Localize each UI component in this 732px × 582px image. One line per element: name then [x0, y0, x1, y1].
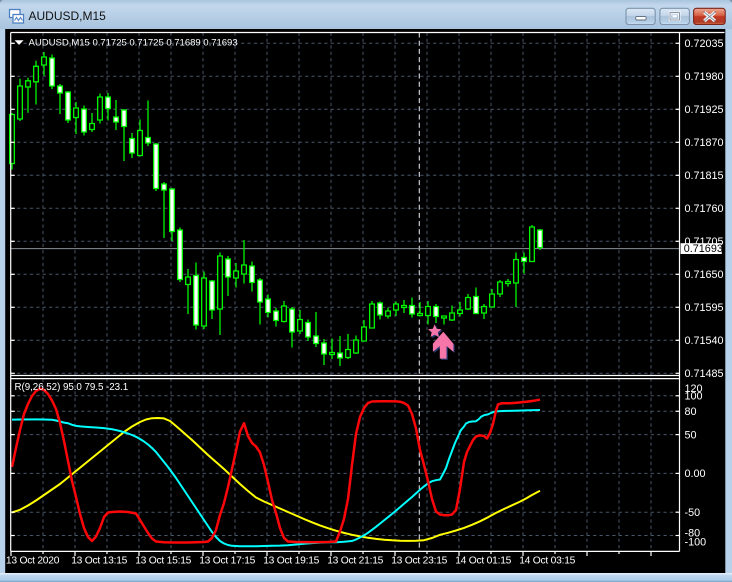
svg-text:AUDUSD,M15: AUDUSD,M15 [29, 9, 107, 23]
svg-text:0.71815: 0.71815 [685, 170, 724, 182]
svg-text:0.71760: 0.71760 [685, 203, 724, 215]
svg-text:13 Oct 21:15: 13 Oct 21:15 [327, 556, 383, 567]
svg-text:0.71925: 0.71925 [685, 104, 724, 116]
svg-text:0.71980: 0.71980 [685, 71, 724, 83]
svg-text:0.71540: 0.71540 [685, 335, 724, 347]
svg-text:-100: -100 [685, 537, 707, 549]
svg-text:0.71693: 0.71693 [684, 243, 723, 255]
svg-text:13 Oct 15:15: 13 Oct 15:15 [135, 556, 191, 567]
svg-text:13 Oct 17:15: 13 Oct 17:15 [199, 556, 255, 567]
svg-text:14 Oct 03:15: 14 Oct 03:15 [519, 556, 575, 567]
svg-text:13 Oct 13:15: 13 Oct 13:15 [71, 556, 127, 567]
svg-text:100: 100 [685, 391, 703, 403]
svg-text:0.71595: 0.71595 [685, 302, 724, 314]
svg-text:50: 50 [685, 429, 697, 441]
svg-text:0.71485: 0.71485 [685, 368, 724, 380]
svg-text:13 Oct 2020: 13 Oct 2020 [6, 556, 60, 567]
svg-text:80: 80 [685, 406, 697, 418]
svg-text:13 Oct 23:15: 13 Oct 23:15 [391, 556, 447, 567]
svg-text:0.71650: 0.71650 [685, 269, 724, 281]
svg-text:13 Oct 19:15: 13 Oct 19:15 [263, 556, 319, 567]
svg-text:0.00: 0.00 [685, 468, 706, 480]
svg-text:14 Oct 01:15: 14 Oct 01:15 [455, 556, 511, 567]
svg-text:0.72035: 0.72035 [685, 38, 724, 50]
svg-text:AUDUSD,M15 0.71725 0.71725 0.7: AUDUSD,M15 0.71725 0.71725 0.71689 0.716… [29, 37, 238, 48]
svg-text:R(9,26,52) 95.0 79.5 -23.1: R(9,26,52) 95.0 79.5 -23.1 [15, 382, 129, 393]
svg-text:0.71870: 0.71870 [685, 137, 724, 149]
svg-text:-50: -50 [685, 507, 701, 519]
